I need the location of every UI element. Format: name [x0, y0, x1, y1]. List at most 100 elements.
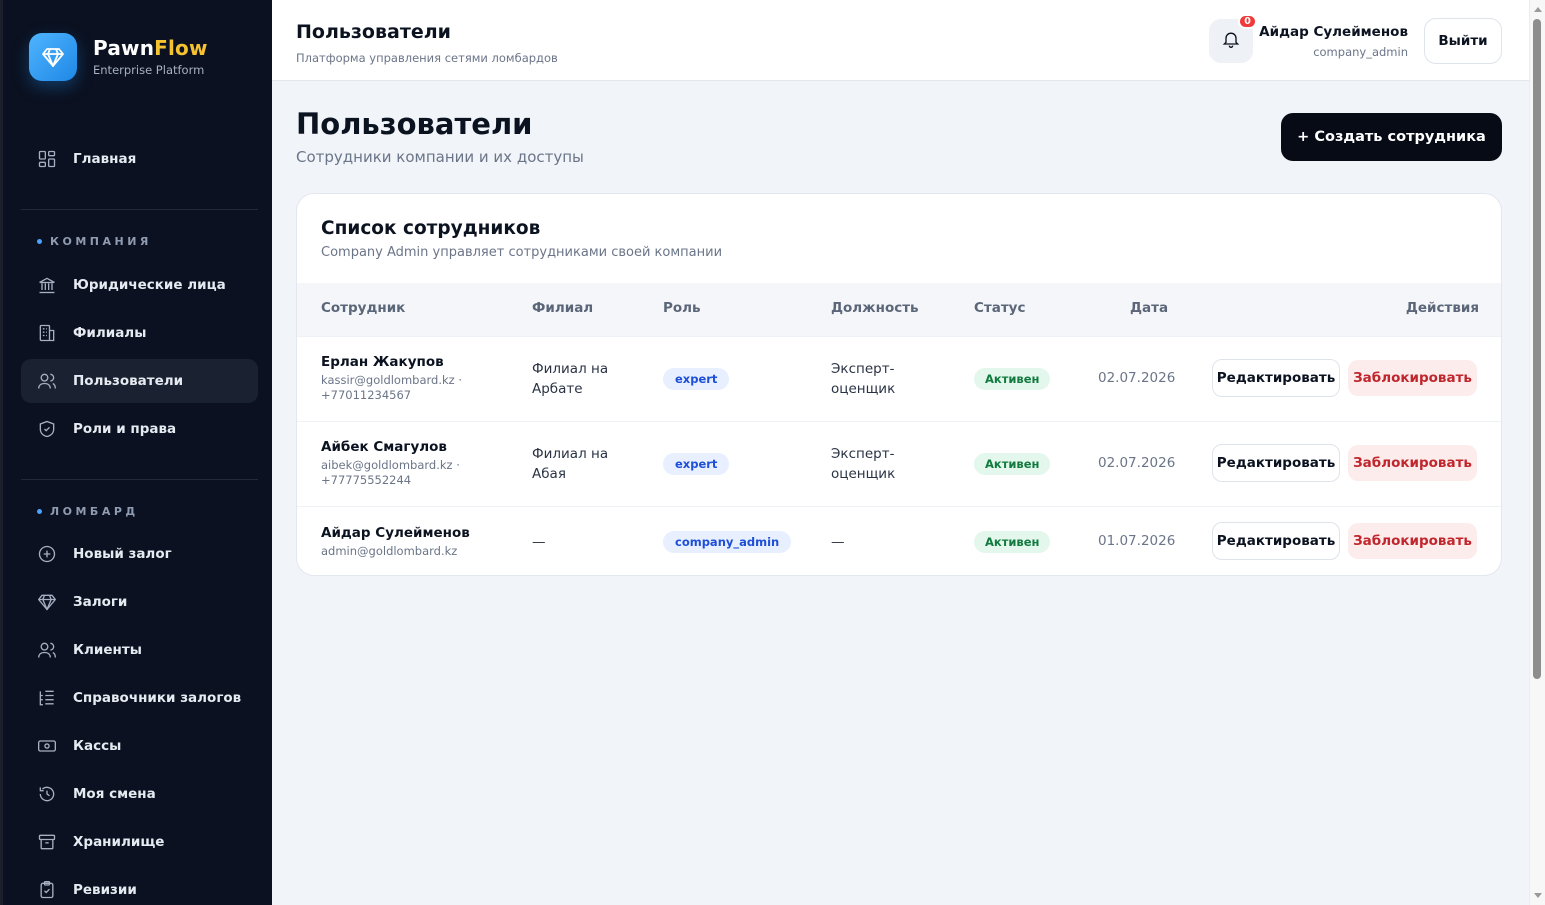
employee-name: Ерлан Жакупов: [321, 354, 444, 370]
edit-button[interactable]: Редактировать: [1212, 359, 1340, 397]
plus-circle-icon: [37, 544, 57, 564]
employee-date: 02.07.2026: [1098, 455, 1176, 471]
sidebar-item-label: Моя смена: [73, 786, 156, 802]
sidebar-item-legal-entities[interactable]: Юридические лица: [21, 263, 258, 307]
card-title: Список сотрудников: [321, 218, 541, 239]
employee-branch: Филиал на Арбате: [532, 361, 609, 397]
main-content: Пользователи Платформа управления сетями…: [272, 0, 1529, 905]
employee-contact: aibek@goldlombard.kz · +77775552244: [321, 458, 460, 487]
create-employee-button[interactable]: + Создать сотрудника: [1281, 113, 1502, 161]
bank-icon: [37, 275, 57, 295]
table-row: Ерлан Жакупов kassir@goldlombard.kz · +77…: [297, 336, 1501, 421]
page-title: Пользователи: [296, 107, 533, 141]
sidebar-item-audits[interactable]: Ревизии: [21, 868, 258, 905]
sidebar-item-new-pledge[interactable]: Новый залог: [21, 532, 258, 576]
diamond-icon: [29, 33, 77, 81]
sidebar-item-branches[interactable]: Филиалы: [21, 311, 258, 355]
sidebar-item-my-shift[interactable]: Моя смена: [21, 772, 258, 816]
employee-branch: Филиал на Абая: [532, 446, 609, 482]
sidebar-item-label: Ревизии: [73, 882, 137, 898]
sidebar-item-pledge-catalogs[interactable]: Справочники залогов: [21, 676, 258, 720]
clipboard-check-icon: [37, 880, 57, 900]
edit-button[interactable]: Редактировать: [1212, 522, 1340, 560]
users-icon: [37, 640, 57, 660]
sidebar-item-label: Роли и права: [73, 421, 177, 437]
sidebar-item-label: Кассы: [73, 738, 122, 754]
column-header-actions: Действия: [1405, 300, 1479, 316]
role-badge: expert: [663, 453, 730, 475]
status-badge: Активен: [974, 368, 1051, 390]
building-icon: [37, 323, 57, 343]
column-header-status: Статус: [974, 300, 1026, 316]
sidebar-item-label: Справочники залогов: [73, 690, 242, 706]
logout-button[interactable]: Выйти: [1424, 18, 1502, 64]
sidebar-item-label: Юридические лица: [73, 277, 226, 293]
employee-date: 01.07.2026: [1098, 533, 1176, 549]
bell-icon: [1221, 29, 1241, 53]
employee-position: Эксперт-оценщик: [831, 361, 896, 397]
table-row: Айдар Сулейменов admin@goldlombard.kz — …: [297, 506, 1501, 575]
notifications-badge: 0: [1238, 14, 1257, 29]
sidebar-item-cash[interactable]: Кассы: [21, 724, 258, 768]
brand[interactable]: PawnFlow Enterprise Platform: [29, 33, 208, 81]
header-subtitle: Платформа управления сетями ломбардов: [296, 51, 558, 65]
column-header-employee: Сотрудник: [321, 300, 406, 316]
card-subtitle: Company Admin управляет сотрудниками сво…: [321, 245, 723, 260]
section-pawnshop: ЛОМБАРД: [37, 505, 139, 518]
users-icon: [37, 371, 57, 391]
employee-position: —: [831, 534, 845, 550]
diamond-icon: [37, 592, 57, 612]
brand-name: PawnFlow: [93, 36, 208, 60]
table-row: Айбек Смагулов aibek@goldlombard.kz · +77…: [297, 421, 1501, 506]
page-subtitle: Сотрудники компании и их доступы: [296, 148, 584, 166]
employee-contact: admin@goldlombard.kz: [321, 544, 458, 558]
edit-button[interactable]: Редактировать: [1212, 444, 1340, 482]
column-header-date: Дата: [1130, 300, 1169, 316]
sidebar-item-pledges[interactable]: Залоги: [21, 580, 258, 624]
sidebar-item-users[interactable]: Пользователи: [21, 359, 258, 403]
banknote-icon: [37, 736, 57, 756]
role-badge: expert: [663, 368, 730, 390]
employee-date: 02.07.2026: [1098, 370, 1176, 386]
sidebar-item-label: Залоги: [73, 594, 128, 610]
sidebar-item-label: Филиалы: [73, 325, 147, 341]
employee-name: Айдар Сулейменов: [321, 525, 470, 541]
history-icon: [37, 784, 57, 804]
scroll-down-arrow-icon[interactable]: [1534, 893, 1542, 898]
sidebar-item-label: Клиенты: [73, 642, 142, 658]
top-bar: Пользователи Платформа управления сетями…: [272, 0, 1529, 81]
table-header: Сотрудник Филиал Роль Должность Статус Д…: [297, 283, 1501, 336]
block-button[interactable]: Заблокировать: [1348, 360, 1477, 396]
sidebar-divider: [21, 209, 258, 210]
sidebar-item-roles[interactable]: Роли и права: [21, 407, 258, 451]
header-title: Пользователи: [296, 21, 451, 43]
column-header-role: Роль: [663, 300, 701, 316]
role-badge: company_admin: [663, 531, 792, 553]
employee-branch: —: [532, 534, 546, 550]
user-name: Айдар Сулейменов: [1259, 24, 1408, 40]
archive-icon: [37, 832, 57, 852]
block-button[interactable]: Заблокировать: [1348, 523, 1477, 559]
employee-contact: kassir@goldlombard.kz · +77011234567: [321, 373, 463, 402]
shield-icon: [37, 419, 57, 439]
column-header-position: Должность: [831, 300, 919, 316]
sidebar-item-home[interactable]: Главная: [21, 137, 258, 181]
sidebar-item-label: Пользователи: [73, 373, 184, 389]
scroll-up-arrow-icon[interactable]: [1534, 7, 1542, 12]
sidebar-item-label: Новый залог: [73, 546, 172, 562]
scrollbar-thumb[interactable]: [1533, 19, 1541, 679]
employee-name: Айбек Смагулов: [321, 439, 447, 455]
sidebar: PawnFlow Enterprise Platform Главная КОМ…: [0, 0, 272, 905]
employee-position: Эксперт-оценщик: [831, 446, 896, 482]
sidebar-item-clients[interactable]: Клиенты: [21, 628, 258, 672]
sidebar-item-storage[interactable]: Хранилище: [21, 820, 258, 864]
status-badge: Активен: [974, 453, 1051, 475]
sidebar-item-label: Главная: [73, 151, 137, 167]
list-tree-icon: [37, 688, 57, 708]
block-button[interactable]: Заблокировать: [1348, 445, 1477, 481]
sidebar-item-label: Хранилище: [73, 834, 165, 850]
vertical-scrollbar[interactable]: [1529, 0, 1545, 905]
section-company: КОМПАНИЯ: [37, 235, 152, 248]
employees-card: Список сотрудников Company Admin управля…: [296, 193, 1502, 576]
brand-subtitle: Enterprise Platform: [93, 63, 205, 77]
